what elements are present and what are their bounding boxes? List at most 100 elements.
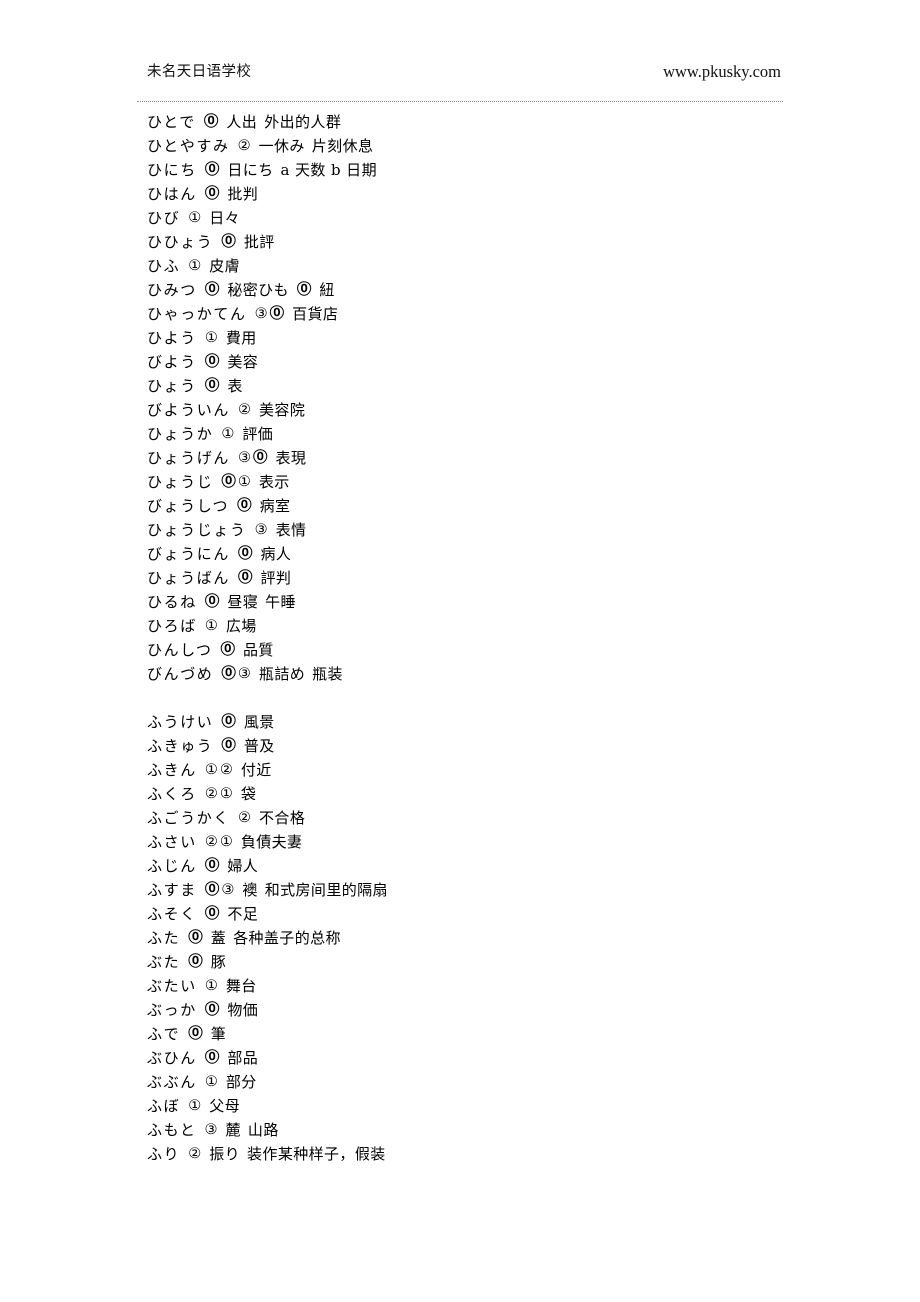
entry-reading: ぶたい — [147, 977, 197, 995]
accent-marker: ③ — [204, 1122, 218, 1138]
entry-reading: ふごうかく — [147, 809, 231, 827]
vocabulary-entry: ぶっか ⓪ 物価 — [137, 998, 837, 1022]
entry-kanji: 秘密ひも — [227, 281, 289, 299]
accent-marker: ① — [204, 330, 218, 346]
entry-kanji: 部品 — [227, 1049, 259, 1067]
entry-reading: ひろば — [147, 617, 197, 635]
vocabulary-entry: ひょうばん ⓪ 評判 — [137, 566, 837, 590]
entry-kanji: 不合格 — [259, 809, 306, 827]
entry-reading: ひゃっかてん — [147, 305, 247, 323]
entry-kanji: 美容院 — [259, 401, 306, 419]
accent-marker: ② — [238, 810, 252, 826]
accent-marker: ① — [188, 1098, 202, 1114]
entry-kanji: 費用 — [225, 329, 257, 347]
vocabulary-entry: ひょうじ ⓪ ① 表示 — [137, 470, 837, 494]
entry-kanji: 振り — [209, 1145, 241, 1163]
accent-marker: ⓪ — [204, 354, 220, 370]
entry-reading: ひひょう — [147, 233, 214, 251]
entry-reading: ぶぶん — [147, 1073, 197, 1091]
accent-marker: ⓪ — [204, 1050, 220, 1066]
accent-marker: ⓪ — [296, 282, 312, 298]
entry-kanji: 美容 — [227, 353, 259, 371]
accent-marker: ⓪ — [221, 234, 236, 250]
vocabulary-entry: ふすま ⓪ ③ 襖和式房间里的隔扇 — [137, 878, 837, 902]
entry-reading: ひよう — [147, 329, 197, 347]
entry-kanji: 品質 — [243, 641, 274, 659]
accent-marker: ⓪ — [204, 906, 220, 922]
entry-kanji: 風景 — [243, 713, 275, 731]
accent-marker: ① — [219, 786, 233, 802]
entry-reading: ふくろ — [147, 785, 197, 803]
entry-reading: ひんしつ — [147, 641, 213, 659]
entry-reading: ぶっか — [147, 1001, 197, 1019]
entry-gloss: 瓶装 — [312, 665, 343, 683]
entry-reading: ひにち — [147, 161, 197, 179]
entry-reading: びょうしつ — [147, 497, 230, 515]
entry-kanji: 蓋 — [210, 929, 227, 947]
vocabulary-entry: びょうにん ⓪ 病人 — [137, 542, 837, 566]
vocabulary-entry: ひふ ① 皮膚 — [137, 254, 837, 278]
vocabulary-entry: ふた ⓪ 蓋各种盖子的总称 — [137, 926, 837, 950]
entry-reading: ひはん — [147, 185, 197, 203]
accent-marker: ⓪ — [204, 162, 220, 178]
accent-marker: ② — [188, 1146, 202, 1162]
entry-reading: びよういん — [147, 401, 231, 419]
header-divider — [137, 101, 783, 102]
entry-reading: ひみつ — [147, 281, 197, 299]
vocabulary-list: ひとで ⓪ 人出 外出的人群 ひとやすみ ② 一休み 片刻休息 ひにち ⓪ 日にち a 天数 b 日期… — [137, 110, 837, 1166]
accent-marker: ⓪ — [204, 858, 220, 874]
accent-marker: ⓪ — [188, 1026, 203, 1042]
accent-marker: ② — [219, 762, 233, 778]
vocabulary-entry: ひにち ⓪ 日にち a 天数 b 日期 — [137, 158, 837, 182]
entry-kanji: 部分 — [225, 1073, 257, 1091]
accent-marker: ⓪ — [204, 1002, 220, 1018]
entry-gloss: 午睡 — [265, 593, 296, 611]
accent-marker: ⓪ — [253, 450, 268, 466]
entry-reading: ひとで — [147, 113, 196, 131]
entry-kanji: 不足 — [227, 905, 259, 923]
page-header: 未名天日语学校 www.pkusky.com — [137, 62, 783, 96]
entry-reading: ふじん — [147, 857, 197, 875]
accent-marker: ⓪ — [221, 738, 236, 754]
accent-marker: ① — [204, 762, 218, 778]
accent-marker: ② — [238, 402, 252, 418]
entry-reading: ふた — [147, 929, 181, 947]
vocabulary-entry: ひび ① 日々 — [137, 206, 837, 230]
vocabulary-entry: ふじん ⓪ 婦人 — [137, 854, 837, 878]
entry-kanji: 筆 — [210, 1025, 227, 1043]
entry-kanji: 批判 — [227, 185, 259, 203]
entry-kanji: 婦人 — [227, 857, 259, 875]
entry-reading: ふで — [147, 1025, 181, 1043]
vocabulary-entry: びよう ⓪ 美容 — [137, 350, 837, 374]
entry-reading: ひょうか — [147, 425, 214, 443]
entry-reading: ひょうじょう — [147, 521, 247, 539]
accent-marker: ① — [204, 978, 218, 994]
vocabulary-entry: ひゃっかてん ③ ⓪ 百貨店 — [137, 302, 837, 326]
entry-kanji: 一休み — [258, 137, 305, 155]
entry-kanji: 批評 — [243, 233, 275, 251]
vocabulary-entry: ひるね ⓪ 昼寝 午睡 — [137, 590, 837, 614]
accent-marker: ⓪ — [204, 282, 220, 298]
vocabulary-entry: ふきゅう ⓪ 普及 — [137, 734, 837, 758]
entry-kanji-secondary: 紐 — [319, 281, 335, 299]
accent-marker: ⓪ — [188, 930, 203, 946]
entry-reading: びょうにん — [147, 545, 231, 563]
entry-kanji: 表情 — [275, 521, 307, 539]
entry-reading: ひょう — [147, 377, 197, 395]
accent-marker: ② — [204, 834, 218, 850]
entry-gloss: 外出的人群 — [264, 113, 342, 131]
accent-marker: ③ — [238, 450, 252, 466]
entry-kanji: 評判 — [260, 569, 292, 587]
accent-marker: ② — [237, 138, 251, 154]
vocabulary-entry: ひとやすみ ② 一休み 片刻休息 — [137, 134, 837, 158]
vocabulary-entry: ふきん ① ② 付近 — [137, 758, 837, 782]
vocabulary-entry: ひろば ① 広場 — [137, 614, 837, 638]
entry-kanji: 表示 — [258, 473, 290, 491]
entry-kanji: 付近 — [240, 761, 272, 779]
vocabulary-entry: ひょうげん ③ ⓪ 表現 — [137, 446, 837, 470]
accent-marker: ③ — [254, 306, 268, 322]
entry-kanji: 物価 — [227, 1001, 259, 1019]
vocabulary-entry: ふで ⓪ 筆 — [137, 1022, 837, 1046]
entry-kanji: 舞台 — [225, 977, 257, 995]
entry-reading: ふきん — [147, 761, 197, 779]
